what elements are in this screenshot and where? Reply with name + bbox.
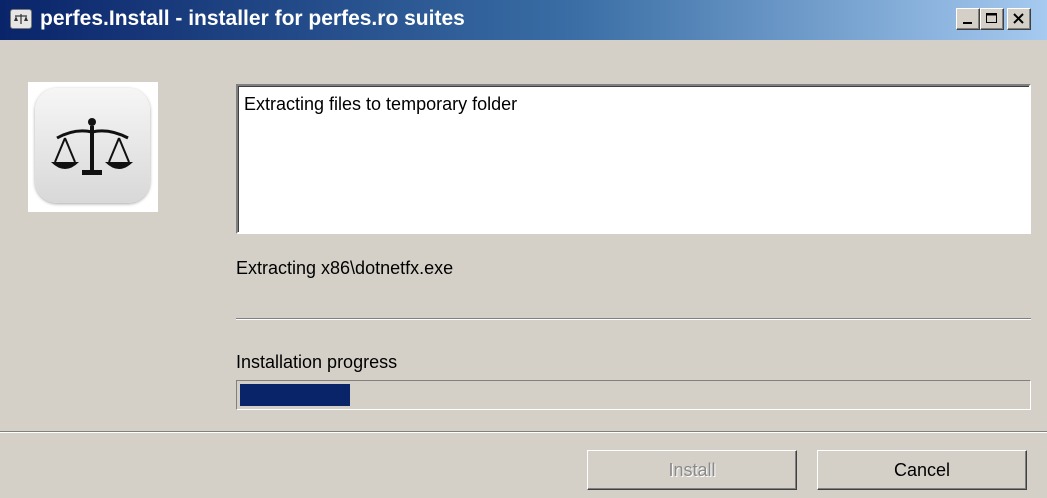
logo-tile [35, 88, 150, 203]
maximize-icon [986, 13, 997, 23]
minimize-icon [963, 22, 972, 24]
progress-label: Installation progress [236, 352, 398, 372]
log-textarea[interactable]: Extracting files to temporary folder [236, 84, 1031, 234]
close-button[interactable] [1007, 8, 1031, 30]
logo [28, 82, 158, 212]
title-bar[interactable]: perfes.Install - installer for perfes.ro… [0, 0, 1047, 40]
install-button[interactable]: Install [587, 450, 797, 490]
log-text: Extracting files to temporary folder [244, 94, 518, 114]
app-icon[interactable] [10, 9, 32, 29]
divider [236, 318, 1031, 320]
progress-fill [240, 384, 351, 406]
maximize-button[interactable] [980, 8, 1004, 30]
cancel-button[interactable]: Cancel [817, 450, 1027, 490]
progress-bar [236, 380, 1031, 410]
close-icon [1013, 13, 1024, 24]
footer-divider [0, 431, 1047, 433]
window-title: perfes.Install - installer for perfes.ro… [40, 7, 465, 30]
installer-window: perfes.Install - installer for perfes.ro… [0, 0, 1047, 498]
scales-of-justice-icon [51, 118, 133, 175]
current-action-text: Extracting x86\dotnetfx.exe [236, 258, 454, 278]
minimize-button[interactable] [956, 8, 980, 30]
